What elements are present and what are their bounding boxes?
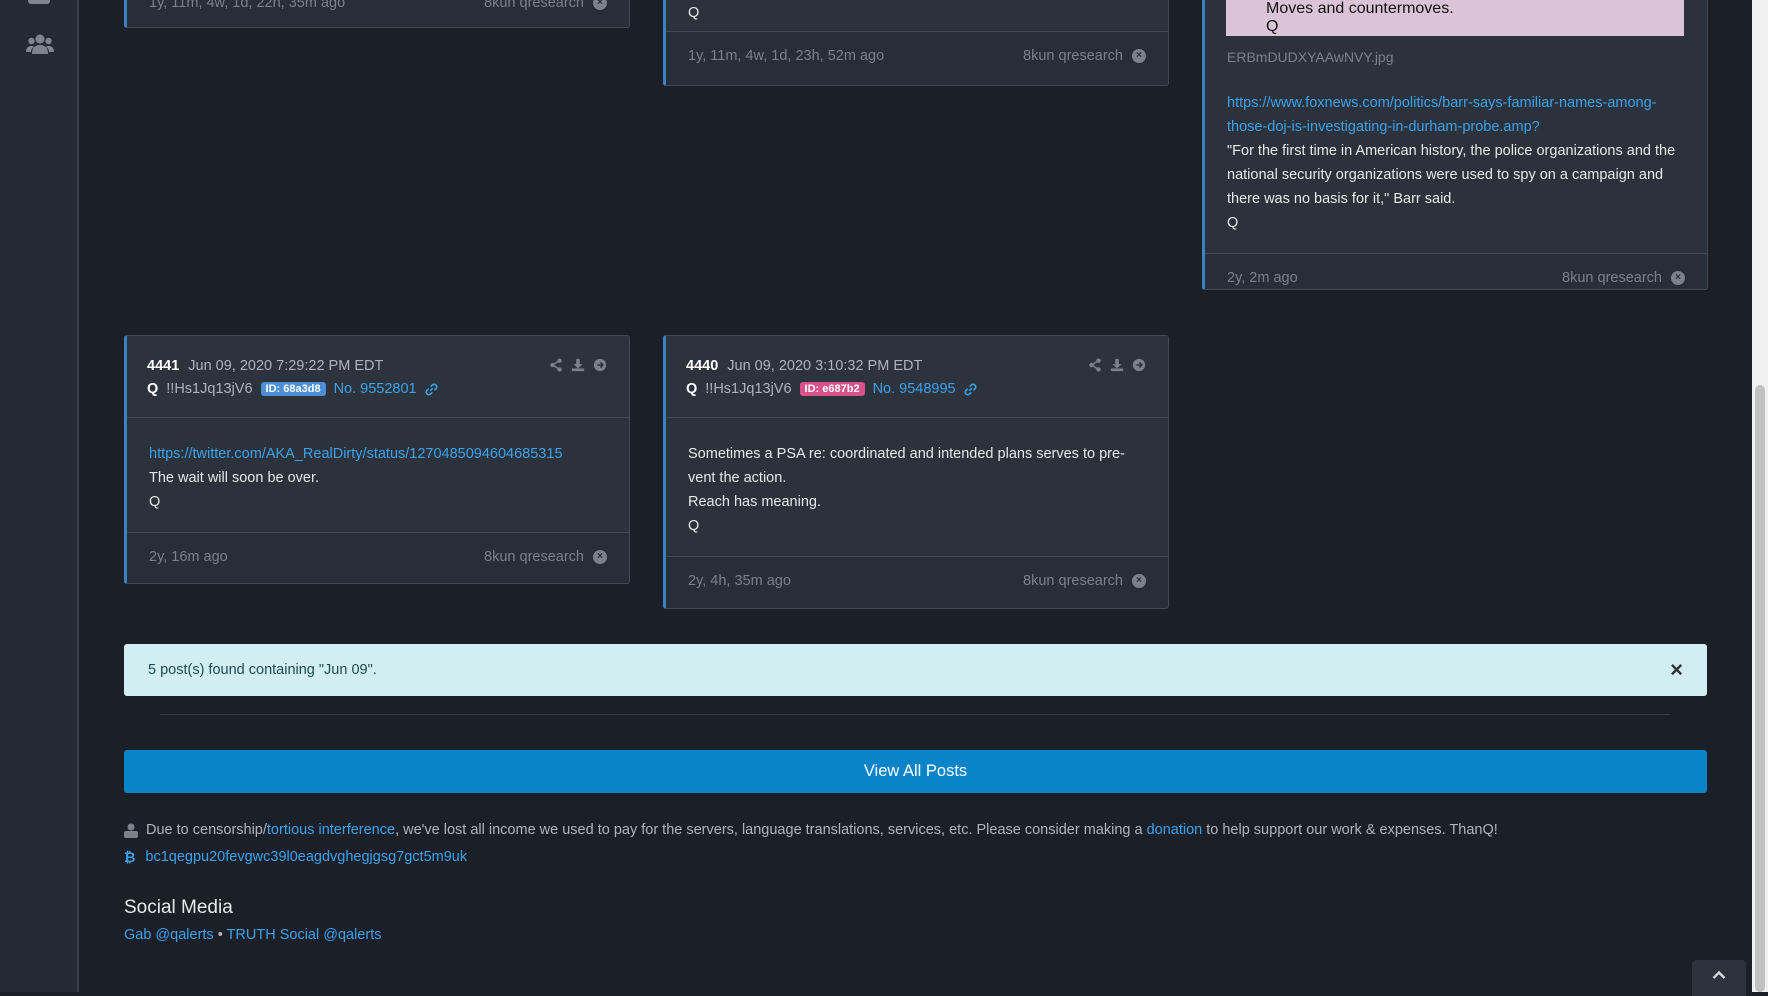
post-no-link[interactable]: No. 9552801 <box>334 381 417 397</box>
donation-link[interactable]: donation <box>1147 822 1203 838</box>
post-signature: Q <box>1227 215 1239 231</box>
goto-icon[interactable] <box>1132 358 1146 372</box>
post-signature: Q <box>149 494 161 510</box>
post-footer: 2y, 2m ago 8kun qresearch × <box>1205 254 1707 289</box>
post-body: Sometimes a PSA re: coordinated and inte… <box>666 418 1168 557</box>
notice-post: to help support our work & expenses. Tha… <box>1202 822 1498 838</box>
separator: • <box>213 927 227 943</box>
post-card-top-middle: Q 1y, 11m, 4w, 1d, 23h, 52m ago 8kun qre… <box>663 0 1169 86</box>
post-time: 1y, 11m, 4w, 1d, 22h, 35m ago <box>149 0 346 11</box>
post-author: Q <box>147 381 159 397</box>
post-card-4440: 4440 Jun 09, 2020 3:10:32 PM EDT Q !!Hs1… <box>663 335 1169 609</box>
divider <box>160 714 1670 715</box>
post-source: 8kun qresearch <box>484 549 584 565</box>
post-footer: 1y, 11m, 4w, 1d, 22h, 35m ago 8kun qrese… <box>127 0 629 27</box>
post-card-top-left: 1y, 11m, 4w, 1d, 22h, 35m ago 8kun qrese… <box>124 0 630 28</box>
post-card-top-right: ERBmDUDXYAAwNVY.jpg https://www.foxnews.… <box>1202 0 1708 290</box>
twitter-link[interactable]: https://twitter.com/AKA_RealDirty/status… <box>149 446 563 462</box>
post-body: ERBmDUDXYAAwNVY.jpg https://www.foxnews.… <box>1205 0 1707 254</box>
goto-icon[interactable] <box>593 358 607 372</box>
post-number: 4440 <box>686 358 719 374</box>
post-source: 8kun qresearch <box>484 0 584 11</box>
id-badge: ID: e687b2 <box>799 382 865 396</box>
notice-mid: , we've lost all income we used to pay f… <box>395 822 1147 838</box>
post-time: 2y, 2m ago <box>1227 270 1298 286</box>
post-image[interactable]: Moves and countermoves. Q <box>1226 0 1684 36</box>
post-quote: "For the first time in American history,… <box>1227 143 1676 207</box>
download-icon[interactable] <box>571 358 585 372</box>
chevron-up-icon <box>1712 970 1726 979</box>
post-source: 8kun qresearch <box>1023 573 1123 589</box>
post-source: 8kun qresearch <box>1023 48 1123 64</box>
post-footer: 2y, 4h, 35m ago 8kun qresearch × <box>666 557 1168 605</box>
social-media-title: Social Media <box>124 897 233 918</box>
close-icon[interactable]: × <box>1670 657 1683 683</box>
post-signature: Q <box>688 5 700 21</box>
post-tripcode: !!Hs1Jq13jV6 <box>166 381 253 397</box>
image-caption: Moves and countermoves. <box>1266 0 1454 17</box>
post-body: https://twitter.com/AKA_RealDirty/status… <box>127 418 629 533</box>
post-body: Q <box>666 0 1168 32</box>
article-link[interactable]: https://www.foxnews.com/politics/barr-sa… <box>1227 95 1657 135</box>
bitcoin-address-link[interactable]: bc1qegpu20fevgwc39l0eagdvghegjgsg7gct5m9… <box>145 849 467 865</box>
post-date: Jun 09, 2020 3:10:32 PM EDT <box>727 358 923 374</box>
alert-text: 5 post(s) found containing "Jun 09". <box>148 662 377 678</box>
bitcoin-address: ₿ bc1qegpu20fevgwc39l0eagdvghegjgsg7gct5… <box>124 849 467 865</box>
post-tripcode: !!Hs1Jq13jV6 <box>705 381 792 397</box>
search-result-alert: 5 post(s) found containing "Jun 09". × <box>124 644 1707 696</box>
scrollbar[interactable] <box>1752 0 1768 992</box>
gab-link[interactable]: Gab @qalerts <box>124 927 214 943</box>
left-sidebar <box>0 0 79 992</box>
post-date: Jun 09, 2020 7:29:22 PM EDT <box>188 358 384 374</box>
download-icon[interactable] <box>1110 358 1124 372</box>
share-icon[interactable] <box>1088 358 1102 372</box>
post-line: The wait will soon be over. <box>149 470 320 486</box>
remove-icon[interactable]: × <box>1671 271 1685 285</box>
link-icon[interactable] <box>425 382 438 396</box>
post-time: 2y, 16m ago <box>149 549 228 565</box>
post-author: Q <box>686 381 698 397</box>
bitcoin-icon: ₿ <box>124 849 136 865</box>
scroll-to-top-button[interactable] <box>1692 960 1746 996</box>
image-filename: ERBmDUDXYAAwNVY.jpg <box>1227 49 1394 65</box>
link-icon[interactable] <box>964 382 977 396</box>
post-signature: Q <box>688 518 700 534</box>
remove-icon[interactable]: × <box>1132 574 1146 588</box>
scrollbar-thumb[interactable] <box>1755 385 1765 992</box>
social-links: Gab @qalerts • TRUTH Social @qalerts <box>124 927 381 943</box>
remove-icon[interactable]: × <box>593 550 607 564</box>
id-badge: ID: 68a3d8 <box>260 382 326 396</box>
post-number: 4441 <box>147 358 180 374</box>
post-time: 1y, 11m, 4w, 1d, 23h, 52m ago <box>688 48 885 64</box>
remove-icon[interactable]: × <box>593 0 607 10</box>
menu-icon[interactable] <box>28 0 50 4</box>
tortious-interference-link[interactable]: tortious interference <box>267 822 395 838</box>
post-header: 4440 Jun 09, 2020 3:10:32 PM EDT Q !!Hs1… <box>666 336 1168 418</box>
notice-icon <box>124 823 138 838</box>
truth-social-link[interactable]: TRUTH Social @qalerts <box>227 927 382 943</box>
post-line: Reach has meaning. <box>688 494 821 510</box>
view-all-posts-button[interactable]: View All Posts <box>124 750 1707 793</box>
post-header: 4441 Jun 09, 2020 7:29:22 PM EDT Q !!Hs1… <box>127 336 629 418</box>
notice-pre: Due to censorship/ <box>146 822 267 838</box>
remove-icon[interactable]: × <box>1132 49 1146 63</box>
post-line: Sometimes a PSA re: coordinated and inte… <box>688 446 1125 486</box>
image-caption-sign: Q <box>1266 18 1279 35</box>
post-time: 2y, 4h, 35m ago <box>688 573 791 589</box>
post-source: 8kun qresearch <box>1562 270 1662 286</box>
share-icon[interactable] <box>549 358 563 372</box>
users-icon[interactable] <box>26 33 54 55</box>
post-no-link[interactable]: No. 9548995 <box>873 381 956 397</box>
post-card-4441: 4441 Jun 09, 2020 7:29:22 PM EDT Q !!Hs1… <box>124 335 630 584</box>
donation-notice: Due to censorship/tortious interference,… <box>124 822 1498 838</box>
post-footer: 1y, 11m, 4w, 1d, 23h, 52m ago 8kun qrese… <box>666 32 1168 80</box>
post-footer: 2y, 16m ago 8kun qresearch × <box>127 533 629 581</box>
